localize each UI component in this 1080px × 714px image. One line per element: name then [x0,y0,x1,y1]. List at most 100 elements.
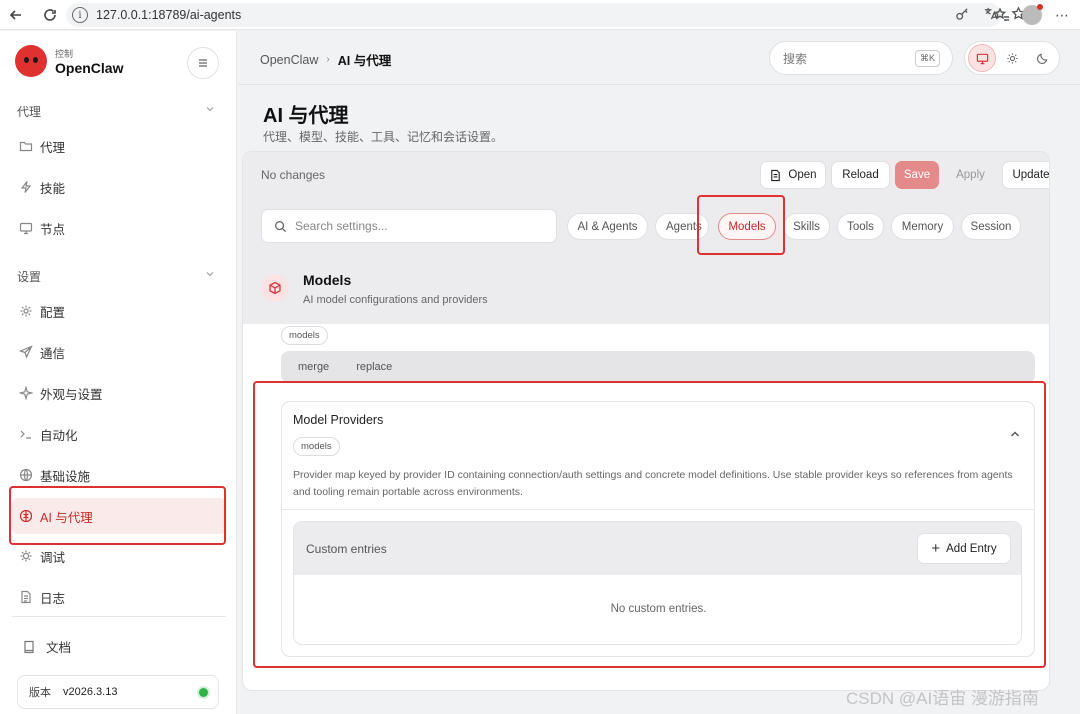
plus-icon: + [931,540,941,557]
divider [282,509,1034,510]
open-button[interactable]: Open [760,161,826,189]
menu-toggle-button[interactable] [187,47,219,79]
open-label: Open [788,169,817,181]
settings-search-input[interactable]: Search settings... [261,209,557,243]
bug-icon [18,549,33,564]
sidebar-item-infrastructure[interactable]: 基础设施 [12,457,226,493]
search-placeholder: 搜索 [783,51,808,66]
custom-entries-label: Custom entries [306,542,387,556]
section-title: Models [303,272,352,288]
sidebar-item-label: 技能 [40,181,66,196]
sidebar-item-debug[interactable]: 调试 [12,538,226,574]
dark-theme-button[interactable] [1028,44,1056,72]
breadcrumb-current: AI 与代理 [337,54,392,68]
browser-actions: ⋯ [990,3,1074,27]
sidebar-item-label: 节点 [40,222,66,237]
breadcrumb-root[interactable]: OpenClaw [260,53,318,67]
sidebar-item-appearance[interactable]: 外观与设置 [12,375,226,411]
watermark: CSDN @AI语宙 漫游指南 [846,689,1039,708]
sidebar-item-label: 配置 [40,305,66,320]
terminal-icon [18,427,33,442]
sidebar-item-agents[interactable]: 代理 [12,128,226,164]
reload-label: Reload [842,169,879,181]
monitor-icon [976,53,988,64]
file-icon [771,169,781,181]
cube-icon [261,274,289,302]
sidebar-item-label: 自动化 [40,428,78,443]
sidebar-item-automation[interactable]: 自动化 [12,416,226,452]
add-entry-button[interactable]: + Add Entry [917,533,1011,564]
sun-icon [1006,52,1018,64]
theme-switcher [964,41,1060,75]
tab-session[interactable]: Session [961,213,1021,240]
sidebar-item-logs[interactable]: 日志 [12,579,226,615]
status-dot [199,688,208,697]
tab-tools[interactable]: Tools [837,213,884,240]
system-theme-button[interactable] [968,44,996,72]
brand-name: OpenClaw [55,59,124,76]
sidebar-item-label: 调试 [40,550,66,565]
search-shortcut: ⌘K [914,50,940,67]
key-icon[interactable] [952,3,972,23]
logo-icon [15,45,47,77]
merge-option[interactable]: merge [298,361,329,373]
section-header-agent[interactable]: 代理 [17,103,41,120]
chevron-down-icon[interactable] [205,104,215,117]
chevron-up-icon[interactable] [1009,428,1021,443]
brain-icon [18,509,33,524]
save-label: Save [903,169,931,181]
globe-icon [18,468,33,483]
sidebar-item-nodes[interactable]: 节点 [12,210,226,246]
sidebar-item-docs[interactable]: 文档 [22,637,71,656]
providers-description: Provider map keyed by provider ID contai… [293,469,1013,498]
merge-mode-selector: merge replace [281,351,1035,383]
address-bar[interactable]: i 127.0.0.1:18789/ai-agents [66,3,1001,27]
version-value: v2026.3.13 [63,686,118,698]
custom-entries-box: Custom entries + Add Entry No custom ent… [293,521,1022,645]
apply-label: Apply [956,169,985,181]
providers-title: Model Providers [293,413,384,427]
sidebar-item-label: 外观与设置 [40,387,103,402]
sparkle-icon [18,386,33,401]
brand-subtitle: 控制 [55,48,74,59]
breadcrumb-separator: › [326,54,330,65]
reload-icon[interactable] [38,3,62,27]
add-entry-label: Add Entry [946,542,997,555]
apply-button[interactable]: Apply [944,161,997,189]
back-icon[interactable] [4,3,28,27]
reload-button[interactable]: Reload [831,161,890,189]
sidebar: 控制 OpenClaw 代理 代理 技能 节点 设置 配置 通信 外观与设置 自… [0,31,237,714]
brand[interactable]: 控制 OpenClaw [15,45,123,77]
sidebar-item-label: 通信 [40,346,66,361]
replace-option[interactable]: replace [356,361,392,373]
save-button[interactable]: Save [895,161,939,189]
tab-memory[interactable]: Memory [891,213,954,240]
providers-tag: models [293,437,340,456]
profile-avatar[interactable] [1020,3,1044,27]
tab-skills[interactable]: Skills [783,213,830,240]
update-button[interactable]: Update [1002,161,1050,189]
global-search-input[interactable]: 搜索 ⌘K [769,41,953,75]
section-description: AI model configurations and providers [303,294,488,306]
site-info-icon[interactable]: i [72,7,88,23]
chevron-down-icon[interactable] [205,269,215,282]
tab-ai-agents[interactable]: AI & Agents [567,213,648,240]
bolt-icon [18,180,33,195]
sidebar-divider [12,616,226,617]
tab-agents[interactable]: Agents [655,213,709,240]
update-label: Update [1012,169,1050,181]
section-header-settings[interactable]: 设置 [17,268,41,285]
tab-models[interactable]: Models [718,213,776,240]
url-text: 127.0.0.1:18789/ai-agents [96,8,242,22]
sidebar-item-comms[interactable]: 通信 [12,334,226,370]
version-label: 版本 [29,687,51,699]
light-theme-button[interactable] [998,44,1026,72]
monitor-icon [18,221,33,236]
sidebar-item-config[interactable]: 配置 [12,293,226,329]
sidebar-item-skills[interactable]: 技能 [12,169,226,205]
favorites-icon[interactable] [990,3,1014,27]
more-menu-icon[interactable]: ⋯ [1050,3,1074,27]
search-icon [275,220,287,232]
sidebar-item-ai-agents[interactable]: AI 与代理 [12,498,226,534]
sidebar-item-label: 文档 [46,641,72,655]
